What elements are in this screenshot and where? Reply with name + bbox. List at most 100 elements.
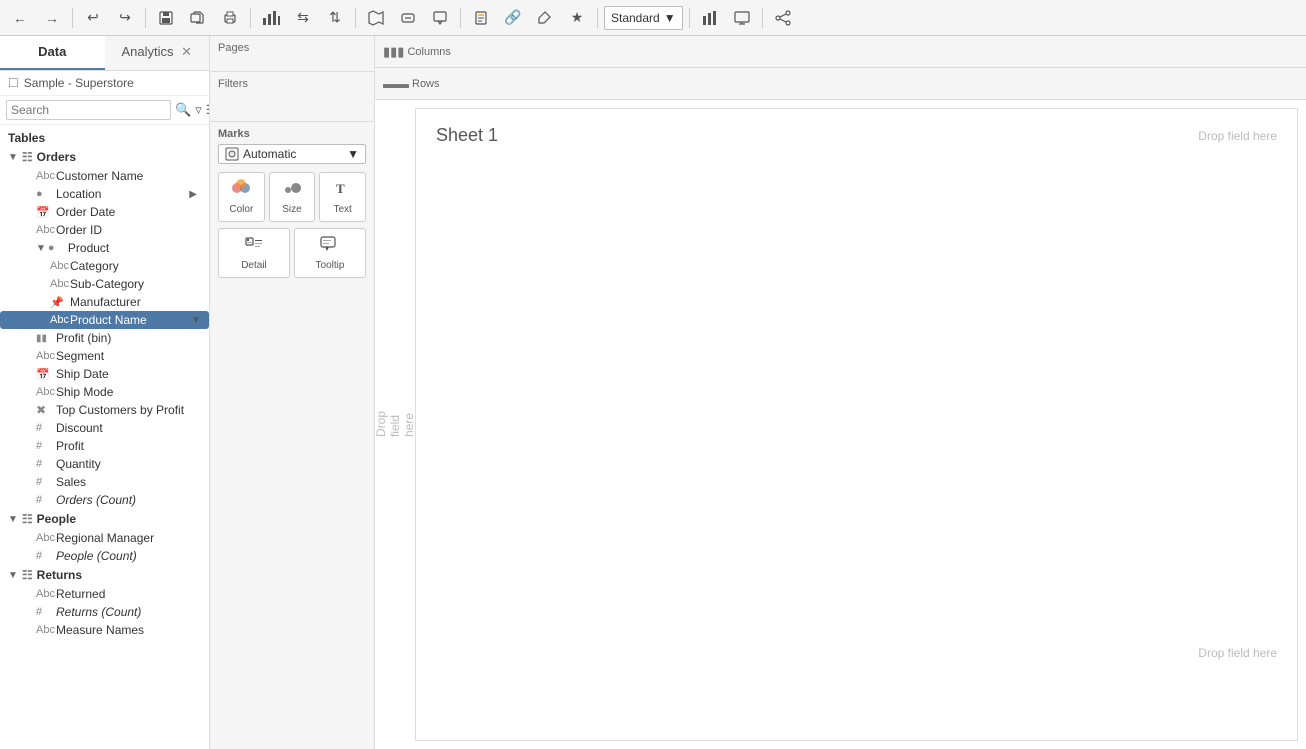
paperclip-icon: 📌 bbox=[50, 296, 66, 309]
marks-type-dropdown[interactable]: Automatic ▼ bbox=[218, 144, 366, 164]
text-mark-btn[interactable]: T Text bbox=[319, 172, 366, 222]
field-measure-names[interactable]: Abc Measure Names bbox=[0, 621, 209, 639]
field-sub-category[interactable]: Abc Sub-Category bbox=[0, 275, 209, 293]
db-icon: ☐ bbox=[8, 76, 19, 90]
abc-icon8: Abc bbox=[36, 532, 52, 544]
people-label: People bbox=[37, 512, 76, 526]
field-top-customers[interactable]: ✖ Top Customers by Profit bbox=[0, 401, 209, 419]
orders-group-header[interactable]: ▼ ☷ Orders bbox=[0, 147, 209, 167]
field-returns-count[interactable]: # Returns (Count) bbox=[0, 603, 209, 621]
field-regional-manager[interactable]: Abc Regional Manager bbox=[0, 529, 209, 547]
calendar-icon2: 📅 bbox=[36, 368, 52, 381]
undo-button[interactable]: ↩ bbox=[79, 4, 107, 32]
save-button[interactable] bbox=[152, 4, 180, 32]
color-icon bbox=[230, 179, 252, 202]
hash-icon7: # bbox=[36, 606, 52, 618]
product-name-dropdown[interactable]: ▼ bbox=[191, 315, 201, 326]
field-ship-date[interactable]: 📅 Ship Date bbox=[0, 365, 209, 383]
returns-group: ▼ ☷ Returns Abc Returned # Returns (Coun… bbox=[0, 565, 209, 621]
field-people-count[interactable]: # People (Count) bbox=[0, 547, 209, 565]
field-customer-name[interactable]: Abc Customer Name bbox=[0, 167, 209, 185]
people-expand-icon: ▼ bbox=[8, 514, 18, 525]
swap-button[interactable]: ⇆ bbox=[289, 4, 317, 32]
search-input[interactable] bbox=[6, 100, 171, 120]
field-manufacturer[interactable]: 📌 Manufacturer bbox=[0, 293, 209, 311]
analytics-tab-close[interactable]: ✕ bbox=[181, 44, 192, 60]
forward-button[interactable]: → bbox=[38, 4, 66, 32]
calendar-icon: 📅 bbox=[36, 206, 52, 219]
highlight-button[interactable] bbox=[467, 4, 495, 32]
hash-icon5: # bbox=[36, 494, 52, 506]
print-button[interactable] bbox=[216, 4, 244, 32]
field-order-id[interactable]: Abc Order ID bbox=[0, 221, 209, 239]
field-profit-bin[interactable]: ▮▮ Profit (bin) bbox=[0, 329, 209, 347]
field-ship-mode[interactable]: Abc Ship Mode bbox=[0, 383, 209, 401]
share-button[interactable] bbox=[769, 4, 797, 32]
size-mark-label: Size bbox=[282, 204, 301, 215]
tab-analytics[interactable]: Analytics ✕ bbox=[105, 36, 210, 70]
marks-type-label: Automatic bbox=[243, 147, 343, 161]
datasource-row[interactable]: ☐ Sample - Superstore bbox=[0, 71, 209, 96]
field-discount[interactable]: # Discount bbox=[0, 419, 209, 437]
tab-data[interactable]: Data bbox=[0, 36, 105, 70]
field-category[interactable]: Abc Category bbox=[0, 257, 209, 275]
tooltip-format-button[interactable] bbox=[426, 4, 454, 32]
back-button[interactable]: ← bbox=[6, 4, 34, 32]
monitor-button[interactable] bbox=[728, 4, 756, 32]
rows-shelf-title: ▬▬ Rows bbox=[383, 76, 440, 91]
map-button[interactable] bbox=[362, 4, 390, 32]
sep5 bbox=[460, 8, 461, 28]
search-bar: 🔍 ▿ ☷ bbox=[0, 96, 209, 125]
field-sales[interactable]: # Sales bbox=[0, 473, 209, 491]
datasource-label: Sample - Superstore bbox=[24, 76, 134, 90]
chart-type-button[interactable] bbox=[257, 4, 285, 32]
people-table-icon: ☷ bbox=[22, 512, 33, 526]
returns-group-header[interactable]: ▼ ☷ Returns bbox=[0, 565, 209, 585]
middle-panel: Pages Filters Marks Automatic ▼ bbox=[210, 36, 375, 749]
sheet-title: Sheet 1 bbox=[436, 125, 498, 146]
drop-field-right-top[interactable]: Drop field here bbox=[1198, 129, 1277, 143]
sort-button[interactable]: ⇅ bbox=[321, 4, 349, 32]
standard-label: Standard bbox=[611, 11, 660, 25]
view-left-drop[interactable]: Dropfieldhere bbox=[375, 100, 415, 749]
detail-mark-btn[interactable]: Detail bbox=[218, 228, 290, 278]
people-group-header[interactable]: ▼ ☷ People bbox=[0, 509, 209, 529]
field-returned[interactable]: Abc Returned bbox=[0, 585, 209, 603]
field-segment[interactable]: Abc Segment bbox=[0, 347, 209, 365]
tooltip-mark-btn[interactable]: Tooltip bbox=[294, 228, 366, 278]
redo-button[interactable]: ↪ bbox=[111, 4, 139, 32]
field-quantity[interactable]: # Quantity bbox=[0, 455, 209, 473]
field-location[interactable]: ● Location ▶ bbox=[0, 185, 209, 203]
field-product[interactable]: ▼ ● Product bbox=[0, 239, 209, 257]
returns-label: Returns bbox=[37, 568, 82, 582]
drop-field-right-bottom[interactable]: Drop field here bbox=[1198, 646, 1277, 660]
pages-shelf: Pages bbox=[210, 36, 374, 72]
size-mark-btn[interactable]: Size bbox=[269, 172, 316, 222]
label-button[interactable] bbox=[394, 4, 422, 32]
filter-icon[interactable]: ▿ bbox=[195, 102, 202, 118]
sep3 bbox=[250, 8, 251, 28]
columns-shelf[interactable]: ▮▮▮ Columns bbox=[375, 36, 1306, 68]
open-button[interactable] bbox=[184, 4, 212, 32]
geo-icon: ● bbox=[36, 188, 52, 200]
color-mark-label: Color bbox=[229, 204, 253, 215]
tooltip-mark-label: Tooltip bbox=[316, 260, 345, 271]
rows-shelf[interactable]: ▬▬ Rows bbox=[375, 68, 1306, 100]
favorite-button[interactable]: ★ bbox=[563, 4, 591, 32]
link-button[interactable]: 🔗 bbox=[499, 4, 527, 32]
abc-icon5: Abc bbox=[50, 314, 66, 326]
main-layout: Data Analytics ✕ ☐ Sample - Superstore 🔍… bbox=[0, 36, 1306, 749]
annotation-button[interactable] bbox=[531, 4, 559, 32]
field-profit[interactable]: # Profit bbox=[0, 437, 209, 455]
standard-dropdown[interactable]: Standard ▼ bbox=[604, 6, 683, 30]
returns-expand-icon: ▼ bbox=[8, 570, 18, 581]
dropdown-arrow: ▼ bbox=[664, 11, 676, 25]
bars-chart-button[interactable] bbox=[696, 4, 724, 32]
color-mark-btn[interactable]: Color bbox=[218, 172, 265, 222]
text-mark-label: Text bbox=[333, 204, 351, 215]
field-product-name[interactable]: Abc Product Name ▼ bbox=[0, 311, 209, 329]
field-order-date[interactable]: 📅 Order Date bbox=[0, 203, 209, 221]
search-icon[interactable]: 🔍 bbox=[175, 102, 191, 118]
bar-icon: ▮▮ bbox=[36, 333, 52, 344]
field-orders-count[interactable]: # Orders (Count) bbox=[0, 491, 209, 509]
